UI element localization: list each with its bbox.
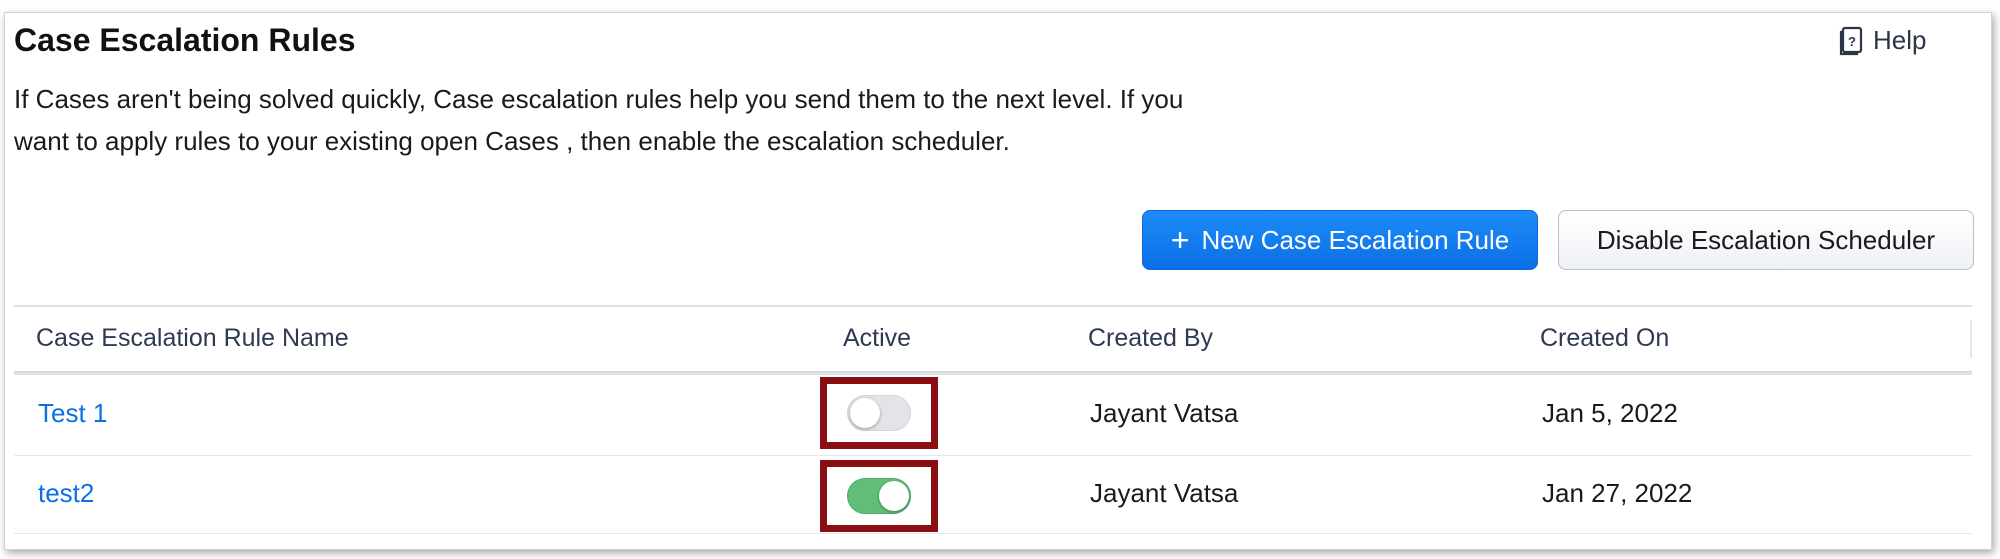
page-description: If Cases aren't being solved quickly, Ca… (14, 84, 1184, 156)
column-header-created-on: Created On (1540, 324, 1670, 352)
column-header-rule-name: Case Escalation Rule Name (36, 324, 349, 352)
new-rule-label: New Case Escalation Rule (1201, 224, 1510, 255)
rule-name-link[interactable]: Test 1 (38, 398, 107, 429)
row-divider (14, 533, 1972, 534)
help-link[interactable]: ? Help (1838, 25, 1926, 56)
created-by-cell: Jayant Vatsa (1090, 398, 1239, 428)
column-header-active: Active (843, 324, 912, 352)
new-case-escalation-rule-button[interactable]: + New Case Escalation Rule (1142, 210, 1538, 270)
highlight-box (820, 377, 938, 449)
table-header-bottom-border (14, 371, 1972, 375)
highlight-box (820, 460, 938, 532)
plus-icon: + (1170, 222, 1190, 258)
help-book-icon: ? (1838, 26, 1864, 56)
active-toggle[interactable] (847, 478, 911, 514)
column-header-created-by: Created By (1088, 324, 1214, 352)
created-on-cell: Jan 5, 2022 (1542, 398, 1678, 428)
table-header-top-border (14, 305, 1972, 307)
disable-escalation-scheduler-button[interactable]: Disable Escalation Scheduler (1558, 210, 1974, 270)
created-on-cell: Jan 27, 2022 (1542, 478, 1693, 508)
page-title: Case Escalation Rules (14, 22, 356, 58)
active-toggle[interactable] (847, 395, 911, 431)
column-resize-handle[interactable] (1970, 320, 1972, 358)
svg-text:?: ? (1848, 34, 1856, 49)
toggle-knob (850, 398, 880, 428)
toggle-knob (879, 481, 909, 511)
row-divider (14, 455, 1972, 456)
created-by-cell: Jayant Vatsa (1090, 478, 1239, 508)
rule-name-link[interactable]: test2 (38, 478, 94, 509)
help-label: Help (1873, 25, 1927, 55)
